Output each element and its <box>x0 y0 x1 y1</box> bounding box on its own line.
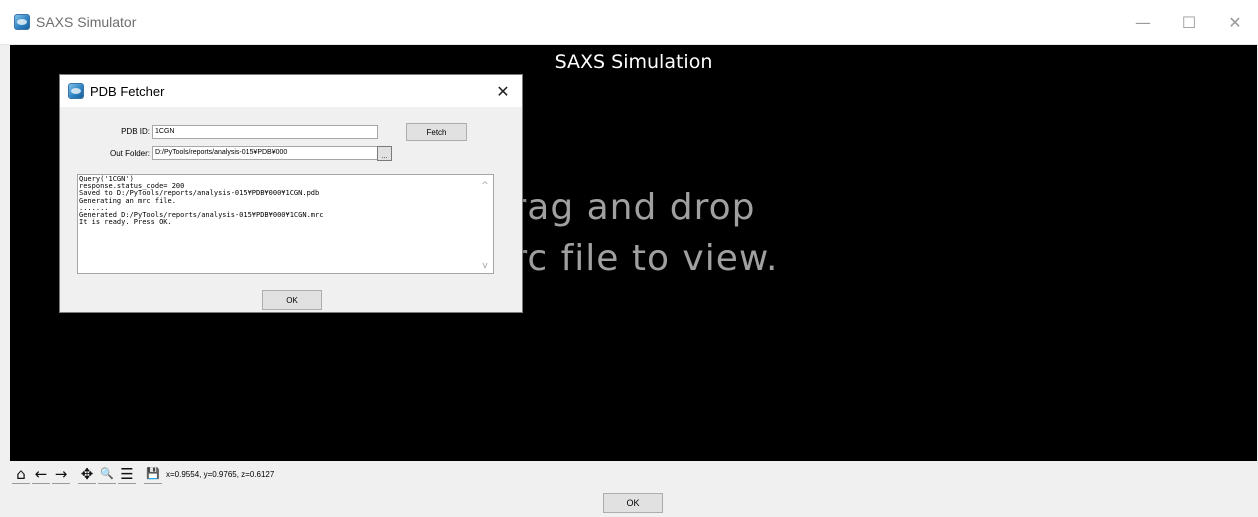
back-icon[interactable]: ← <box>32 465 50 484</box>
app-icon <box>14 14 30 30</box>
dialog-title: PDB Fetcher <box>90 84 165 99</box>
pdb-fetcher-dialog: PDB Fetcher ✕ PDB ID: 1CGN Fetch Out Fol… <box>59 74 523 313</box>
pan-icon[interactable]: ✥ <box>78 465 96 484</box>
forward-icon[interactable]: → <box>52 465 70 484</box>
minimize-button[interactable]: — <box>1120 0 1166 44</box>
window-title: SAXS Simulator <box>36 14 137 30</box>
log-scrollbar[interactable]: ^ v <box>477 175 493 273</box>
dialog-app-icon <box>68 83 84 99</box>
dialog-titlebar[interactable]: PDB Fetcher ✕ <box>60 75 522 107</box>
zoom-icon[interactable]: 🔍 <box>98 465 116 484</box>
save-icon[interactable]: 💾 <box>144 465 162 484</box>
browse-folder-button[interactable]: ... <box>377 146 392 161</box>
pdb-id-input[interactable]: 1CGN <box>152 125 378 139</box>
home-icon[interactable]: ⌂ <box>12 465 30 484</box>
dialog-ok-button[interactable]: OK <box>262 290 322 310</box>
main-ok-button[interactable]: OK <box>603 493 663 513</box>
configure-subplots-icon[interactable]: ☰ <box>118 465 136 484</box>
fetch-button[interactable]: Fetch <box>406 123 467 141</box>
close-button[interactable]: ✕ <box>1212 0 1258 44</box>
dialog-close-button[interactable]: ✕ <box>486 77 520 105</box>
pdb-id-label: PDB ID: <box>121 127 150 136</box>
log-output[interactable]: Query('1CGN') response.status_code= 200 … <box>77 174 494 274</box>
coordinate-readout: x=0.9554, y=0.9765, z=0.6127 <box>166 469 275 479</box>
log-text: Query('1CGN') response.status_code= 200 … <box>79 175 324 227</box>
maximize-button[interactable]: ☐ <box>1166 0 1212 44</box>
window-titlebar[interactable]: SAXS Simulator — ☐ ✕ <box>0 0 1258 45</box>
out-folder-input[interactable]: D:/PyTools/reports/analysis-015¥PDB¥000 <box>152 146 378 160</box>
navigation-toolbar: ⌂ ← → ✥ 🔍 ☰ 💾 x=0.9554, y=0.9765, z=0.61… <box>12 463 412 485</box>
canvas-title: SAXS Simulation <box>554 51 713 73</box>
scroll-up-arrow-icon[interactable]: ^ <box>477 179 493 193</box>
out-folder-label: Out Folder: <box>109 149 150 158</box>
scroll-down-arrow-icon[interactable]: v <box>477 259 493 273</box>
